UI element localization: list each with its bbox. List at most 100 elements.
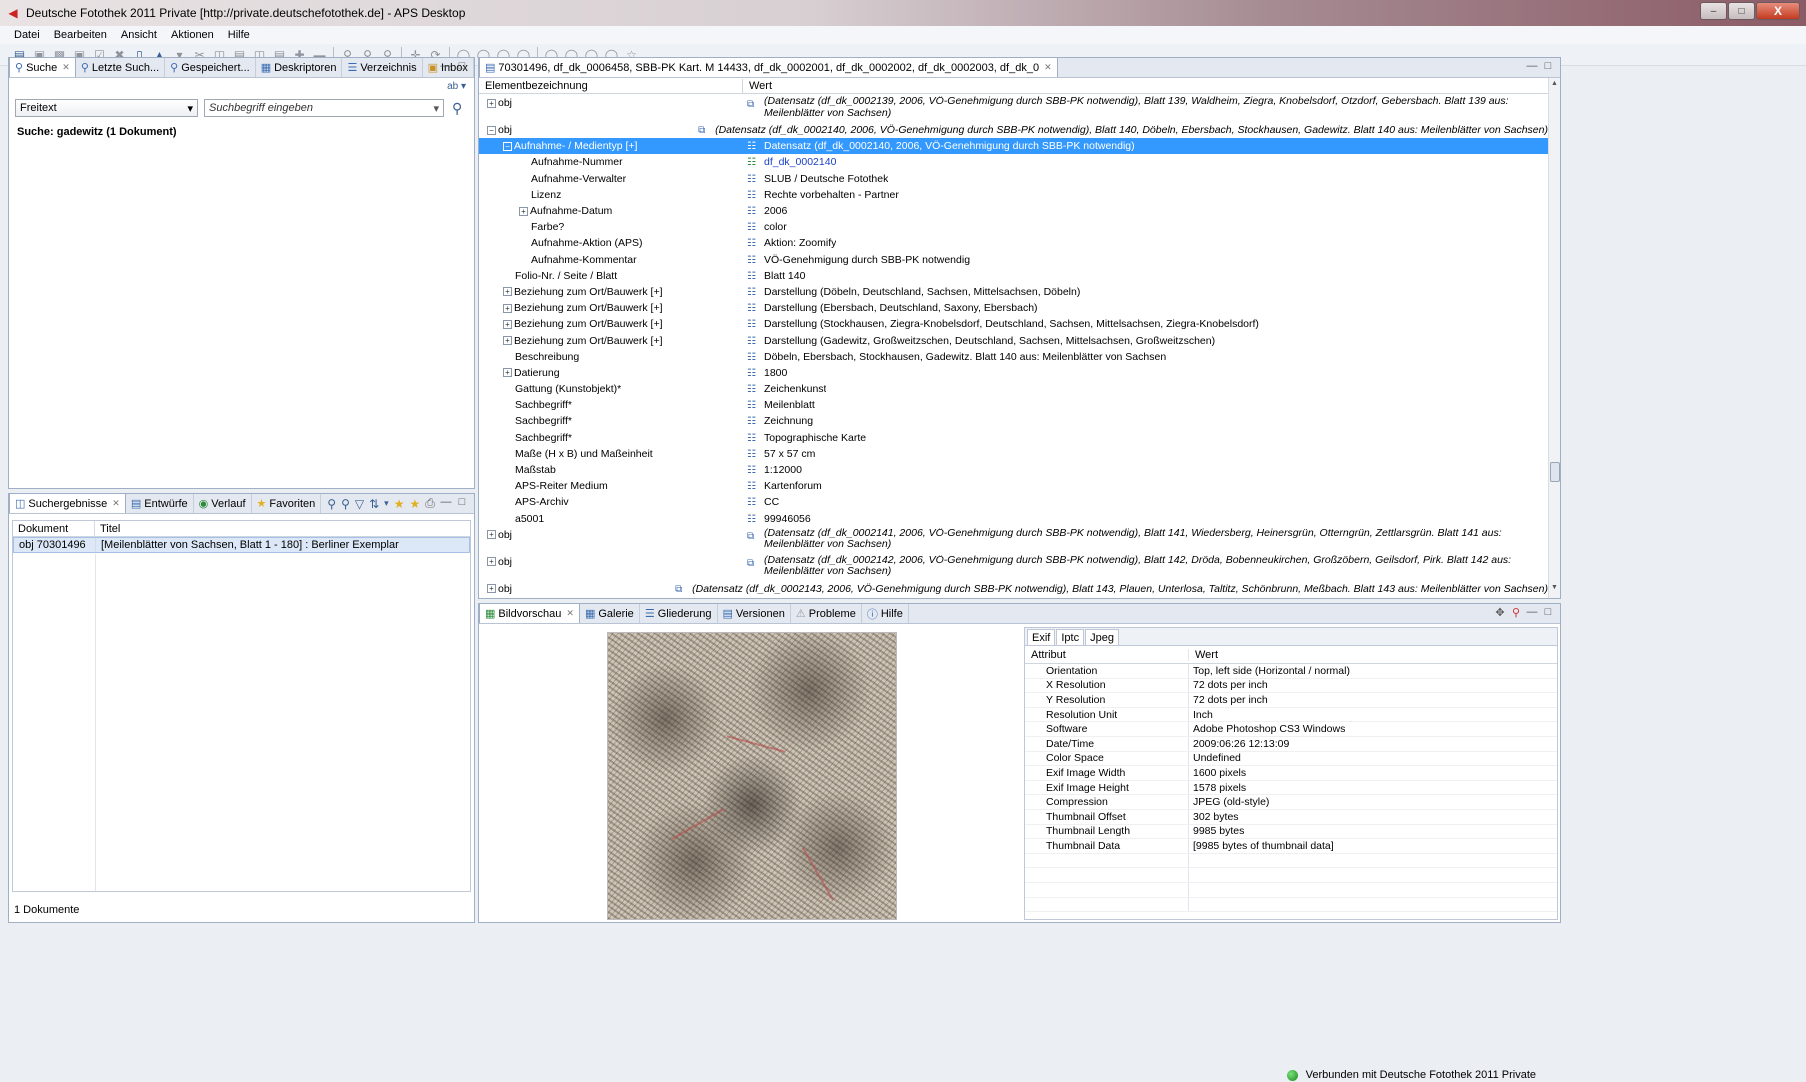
tab-jpeg[interactable]: Jpeg: [1085, 629, 1119, 645]
close-icon[interactable]: ✕: [566, 608, 574, 619]
tab-versionen[interactable]: ▤ Versionen: [718, 604, 791, 623]
tree-row[interactable]: + obj ⧉ (Datensatz (df_dk_0002141, 2006, VÖ…: [479, 527, 1548, 554]
tab-gespeichert[interactable]: ⚲ Gespeichert...: [165, 58, 256, 77]
search-icon[interactable]: ⚲: [327, 497, 336, 511]
expand-icon[interactable]: +: [503, 319, 512, 329]
table-row[interactable]: obj 70301496 [Meilenblätter von Sachsen,…: [13, 537, 470, 553]
expand-icon[interactable]: +: [487, 530, 496, 540]
tree-row[interactable]: Folio-Nr. / Seite / Blatt ☷ Blatt 140: [479, 268, 1548, 284]
tab-verlauf[interactable]: ◉ Verlauf: [194, 494, 252, 513]
search-icon[interactable]: ⚲: [452, 100, 462, 117]
exif-row[interactable]: Y Resolution 72 dots per inch: [1025, 693, 1557, 708]
tree-row[interactable]: Sachbegriff* ☷ Zeichnung: [479, 413, 1548, 429]
tree-row[interactable]: Gattung (Kunstobjekt)* ☷ Zeichenkunst: [479, 381, 1548, 397]
tab-gliederung[interactable]: ☰ Gliederung: [640, 604, 718, 623]
scrollbar-thumb[interactable]: [1550, 462, 1560, 482]
map-preview-image[interactable]: [607, 632, 897, 920]
zoom-icon[interactable]: ⚲: [1508, 606, 1524, 619]
exif-row[interactable]: Thumbnail Data [9985 bytes of thumbnail d…: [1025, 839, 1557, 854]
expand-icon[interactable]: +: [503, 287, 512, 297]
print-icon[interactable]: ⎙: [425, 496, 435, 511]
zoom-search-icon[interactable]: ⚲: [341, 497, 350, 511]
tree-row[interactable]: + Aufnahme-Datum ☷ 2006: [479, 203, 1548, 219]
expand-icon[interactable]: +: [503, 303, 512, 313]
app-icon[interactable]: ◀: [6, 6, 20, 20]
maximize-icon[interactable]: □: [1540, 60, 1556, 72]
tree-row[interactable]: a5001 ☷ 99946056: [479, 511, 1548, 527]
tab-probleme[interactable]: ⚠ Probleme: [791, 604, 862, 623]
tree-row[interactable]: Beschreibung ☷ Döbeln, Ebersbach, Stockhau…: [479, 349, 1548, 365]
tree-row[interactable]: + obj ⧉ (Datensatz (df_dk_0002142, 2006, VÖ…: [479, 554, 1548, 581]
search-input[interactable]: Suchbegriff eingeben ▾: [204, 99, 444, 117]
column-header-dokument[interactable]: Dokument: [13, 521, 95, 536]
column-header-attribut[interactable]: Attribut: [1025, 649, 1189, 661]
sort-icon[interactable]: ⇅: [369, 497, 379, 511]
exif-row[interactable]: Color Space Undefined: [1025, 751, 1557, 767]
exif-row[interactable]: Compression JPEG (old-style): [1025, 795, 1557, 810]
tab-entwuerfe[interactable]: ▤ Entwürfe: [126, 494, 194, 513]
tree-row[interactable]: Aufnahme-Kommentar ☷ VÖ-Genehmigung durch …: [479, 252, 1548, 268]
minimize-icon[interactable]: —: [438, 60, 454, 72]
tree-row[interactable]: Lizenz ☷ Rechte vorbehalten - Partner: [479, 187, 1548, 203]
tree-row[interactable]: APS-Archiv ☷ CC: [479, 494, 1548, 510]
tree-row[interactable]: Aufnahme-Aktion (APS) ☷ Aktion: Zoomify: [479, 235, 1548, 251]
tab-suche[interactable]: ⚲ Suche ✕: [9, 57, 76, 77]
chevron-down-icon[interactable]: ▾: [433, 102, 439, 115]
collapse-icon[interactable]: −: [503, 141, 512, 151]
move-icon[interactable]: ✥: [1492, 606, 1508, 619]
tree-row[interactable]: Aufnahme-Nummer ☷ df_dk_0002140: [479, 154, 1548, 170]
tree-row[interactable]: Maßstab ☷ 1:12000: [479, 462, 1548, 478]
minimize-button[interactable]: –: [1700, 2, 1727, 20]
tab-favoriten[interactable]: ★ Favoriten: [252, 494, 322, 513]
close-button[interactable]: X: [1756, 2, 1800, 20]
search-field-select[interactable]: Freitext ▾: [15, 99, 198, 117]
maximize-icon[interactable]: □: [1540, 606, 1556, 619]
tree-row[interactable]: Sachbegriff* ☷ Meilenblatt: [479, 397, 1548, 413]
menu-ansicht[interactable]: Ansicht: [121, 29, 157, 41]
tree-scrollbar[interactable]: ▲ ▼: [1548, 78, 1560, 598]
exif-row[interactable]: X Resolution 72 dots per inch: [1025, 678, 1557, 694]
filter-icon[interactable]: ▽: [355, 497, 364, 511]
tab-bildvorschau[interactable]: ▦ Bildvorschau ✕: [479, 603, 580, 623]
menu-bearbeiten[interactable]: Bearbeiten: [54, 29, 107, 41]
tree-row[interactable]: − obj ⧉ (Datensatz (df_dk_0002140, 2006, VÖ…: [479, 122, 1548, 138]
tab-exif[interactable]: Exif: [1027, 629, 1056, 645]
exif-row[interactable]: Thumbnail Offset 302 bytes: [1025, 809, 1557, 825]
tree-row[interactable]: Maße (H x B) und Maßeinheit ☷ 57 x 57 cm: [479, 446, 1548, 462]
tree-row[interactable]: + Datierung ☷ 1800: [479, 365, 1548, 381]
tab-letzte-suche[interactable]: ⚲ Letzte Such...: [76, 58, 166, 77]
minimize-icon[interactable]: —: [1524, 606, 1540, 619]
tree-row[interactable]: + obj ⧉ (Datensatz (df_dk_0002143, 2006, VÖ…: [479, 581, 1548, 597]
scroll-down-icon[interactable]: ▼: [1549, 584, 1560, 596]
favorite-icon[interactable]: ★: [409, 497, 420, 511]
menu-aktionen[interactable]: Aktionen: [171, 29, 214, 41]
exif-row[interactable]: Software Adobe Photoshop CS3 Windows: [1025, 722, 1557, 737]
exif-row[interactable]: Exif Image Height 1578 pixels: [1025, 780, 1557, 796]
close-icon[interactable]: ✕: [112, 498, 120, 509]
tree-row[interactable]: + Beziehung zum Ort/Bauwerk [+] ☷ Darstellu…: [479, 332, 1548, 348]
column-header-wert[interactable]: Wert: [1189, 649, 1218, 661]
minimize-icon[interactable]: —: [438, 496, 454, 508]
tab-iptc[interactable]: Iptc: [1056, 629, 1085, 645]
maximize-button[interactable]: □: [1728, 2, 1755, 20]
tab-record[interactable]: ▤ 70301496, df_dk_0006458, SBB-PK Kart. …: [479, 57, 1058, 77]
ab-toggle[interactable]: ab ▾: [447, 81, 466, 92]
exif-row[interactable]: Orientation Top, left side (Horizontal / …: [1025, 664, 1557, 679]
tree-row[interactable]: Aufnahme-Verwalter ☷ SLUB / Deutsche Fotot…: [479, 171, 1548, 187]
expand-icon[interactable]: +: [487, 584, 496, 594]
expand-icon[interactable]: +: [487, 98, 496, 108]
menu-datei[interactable]: Datei: [14, 29, 40, 41]
tab-verzeichnis[interactable]: ☰ Verzeichnis: [342, 58, 423, 77]
tree-row[interactable]: APS-Reiter Medium ☷ Kartenforum: [479, 478, 1548, 494]
tree-row[interactable]: + Beziehung zum Ort/Bauwerk [+] ☷ Darstellu…: [479, 316, 1548, 332]
expand-icon[interactable]: +: [487, 557, 496, 567]
chevron-down-icon[interactable]: ▾: [384, 498, 389, 509]
maximize-icon[interactable]: □: [454, 60, 470, 72]
expand-icon[interactable]: +: [503, 368, 512, 378]
tab-galerie[interactable]: ▦ Galerie: [580, 604, 640, 623]
exif-row[interactable]: Thumbnail Length 9985 bytes: [1025, 824, 1557, 840]
add-favorite-icon[interactable]: ★: [394, 497, 405, 511]
tree-row[interactable]: − Aufnahme- / Medientyp [+] ☷ Datensatz (df…: [479, 138, 1548, 155]
scroll-up-icon[interactable]: ▲: [1549, 80, 1560, 92]
collapse-icon[interactable]: −: [487, 125, 496, 135]
